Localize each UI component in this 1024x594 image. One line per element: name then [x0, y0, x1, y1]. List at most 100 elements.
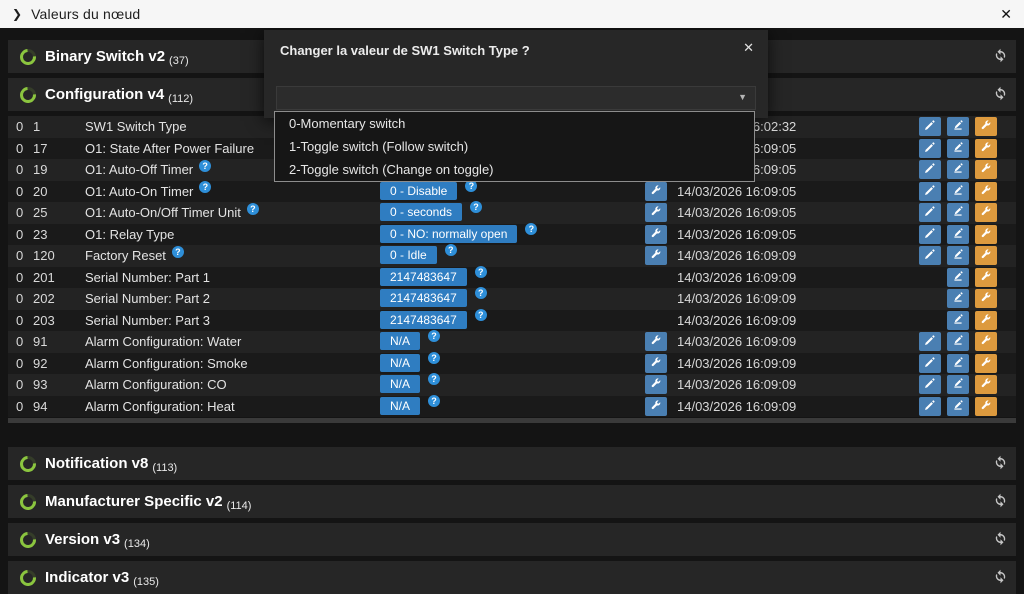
- help-icon[interactable]: ?: [247, 203, 259, 215]
- param-label-cell: Serial Number: Part 3: [85, 310, 210, 332]
- help-icon[interactable]: ?: [475, 309, 487, 321]
- help-icon[interactable]: ?: [428, 330, 440, 342]
- configure-value-button[interactable]: [975, 182, 997, 201]
- help-icon[interactable]: ?: [172, 246, 184, 258]
- section-header-version-v3[interactable]: Version v3(134): [8, 523, 1016, 556]
- sync-icon: [993, 531, 1008, 549]
- wrench-icon: [650, 227, 662, 242]
- set-value-button[interactable]: [645, 203, 667, 222]
- set-value-button[interactable]: [645, 246, 667, 265]
- section-header-notification-v8[interactable]: Notification v8(113): [8, 447, 1016, 480]
- refresh-section-button[interactable]: [991, 493, 1009, 511]
- edit-value-button[interactable]: [919, 160, 941, 179]
- wrench-icon: [980, 291, 992, 306]
- help-icon[interactable]: ?: [199, 160, 211, 172]
- poll-value-button[interactable]: [947, 203, 969, 222]
- refresh-section-button[interactable]: [991, 455, 1009, 473]
- edit-value-button[interactable]: [919, 375, 941, 394]
- edit-value-button[interactable]: [919, 354, 941, 373]
- poll-value-button[interactable]: [947, 182, 969, 201]
- select-option[interactable]: 0-Momentary switch: [275, 112, 754, 135]
- set-value-button[interactable]: [645, 354, 667, 373]
- table-row: 020O1: Auto-On Timer?0 - Disable?14/03/2…: [8, 181, 1016, 203]
- close-panel-icon[interactable]: ✕: [1000, 7, 1012, 21]
- edit-value-button[interactable]: [919, 117, 941, 136]
- refresh-section-button[interactable]: [991, 86, 1009, 104]
- configure-value-button[interactable]: [975, 225, 997, 244]
- pencil2-icon: [952, 399, 964, 414]
- edit-value-button[interactable]: [919, 203, 941, 222]
- edit-value-button[interactable]: [919, 397, 941, 416]
- configure-value-button[interactable]: [975, 375, 997, 394]
- wrench-icon: [980, 162, 992, 177]
- help-icon[interactable]: ?: [525, 223, 537, 235]
- set-value-button[interactable]: [645, 397, 667, 416]
- select-option[interactable]: 2-Toggle switch (Change on toggle): [275, 158, 754, 181]
- poll-value-button[interactable]: [947, 354, 969, 373]
- poll-value-button[interactable]: [947, 375, 969, 394]
- wrench-icon: [980, 334, 992, 349]
- refresh-section-button[interactable]: [991, 531, 1009, 549]
- set-value-button[interactable]: [645, 182, 667, 201]
- configure-value-button[interactable]: [975, 397, 997, 416]
- edit-value-button[interactable]: [919, 182, 941, 201]
- sync-icon: [993, 86, 1008, 104]
- edit-value-button[interactable]: [919, 332, 941, 351]
- help-icon[interactable]: ?: [470, 201, 482, 213]
- configure-value-button[interactable]: [975, 139, 997, 158]
- poll-value-button[interactable]: [947, 311, 969, 330]
- configure-value-button[interactable]: [975, 332, 997, 351]
- help-icon[interactable]: ?: [445, 244, 457, 256]
- edit-value-button[interactable]: [919, 246, 941, 265]
- configure-value-button[interactable]: [975, 289, 997, 308]
- poll-value-button[interactable]: [947, 289, 969, 308]
- section-header-manufacturer-specific-v2[interactable]: Manufacturer Specific v2(114): [8, 485, 1016, 518]
- chevron-right-icon: ❯: [12, 7, 22, 21]
- poll-value-button[interactable]: [947, 268, 969, 287]
- pencil-icon: [924, 205, 936, 220]
- poll-value-button[interactable]: [947, 332, 969, 351]
- help-icon[interactable]: ?: [475, 287, 487, 299]
- help-icon[interactable]: ?: [475, 266, 487, 278]
- section-label: Binary Switch v2: [45, 48, 165, 65]
- pencil2-icon: [952, 141, 964, 156]
- value-select[interactable]: ▼: [276, 86, 756, 110]
- set-value-button[interactable]: [645, 375, 667, 394]
- refresh-section-button[interactable]: [991, 48, 1009, 66]
- timestamp: 14/03/2026 16:09:05: [677, 224, 796, 246]
- section-header-indicator-v3[interactable]: Indicator v3(135): [8, 561, 1016, 594]
- poll-value-button[interactable]: [947, 117, 969, 136]
- help-icon[interactable]: ?: [428, 373, 440, 385]
- wrench-icon: [650, 205, 662, 220]
- wrench-icon: [980, 184, 992, 199]
- section-count: (114): [227, 500, 252, 512]
- configure-value-button[interactable]: [975, 246, 997, 265]
- poll-value-button[interactable]: [947, 225, 969, 244]
- poll-value-button[interactable]: [947, 160, 969, 179]
- value-cell: 2147483647?: [380, 268, 487, 286]
- value-badge: N/A: [380, 354, 420, 372]
- dialog-close-icon[interactable]: ✕: [743, 41, 754, 54]
- help-icon[interactable]: ?: [428, 395, 440, 407]
- poll-value-button[interactable]: [947, 139, 969, 158]
- configure-value-button[interactable]: [975, 311, 997, 330]
- configure-value-button[interactable]: [975, 117, 997, 136]
- poll-value-button[interactable]: [947, 246, 969, 265]
- refresh-section-button[interactable]: [991, 569, 1009, 587]
- wrench-icon: [980, 356, 992, 371]
- horizontal-scrollbar[interactable]: [8, 418, 1016, 423]
- pencil2-icon: [952, 119, 964, 134]
- set-value-button[interactable]: [645, 225, 667, 244]
- configure-value-button[interactable]: [975, 268, 997, 287]
- help-icon[interactable]: ?: [428, 352, 440, 364]
- edit-value-button[interactable]: [919, 225, 941, 244]
- param-label-cell: O1: State After Power Failure: [85, 138, 254, 160]
- set-value-button[interactable]: [645, 332, 667, 351]
- help-icon[interactable]: ?: [199, 181, 211, 193]
- configure-value-button[interactable]: [975, 160, 997, 179]
- poll-value-button[interactable]: [947, 397, 969, 416]
- edit-value-button[interactable]: [919, 139, 941, 158]
- configure-value-button[interactable]: [975, 354, 997, 373]
- configure-value-button[interactable]: [975, 203, 997, 222]
- select-option[interactable]: 1-Toggle switch (Follow switch): [275, 135, 754, 158]
